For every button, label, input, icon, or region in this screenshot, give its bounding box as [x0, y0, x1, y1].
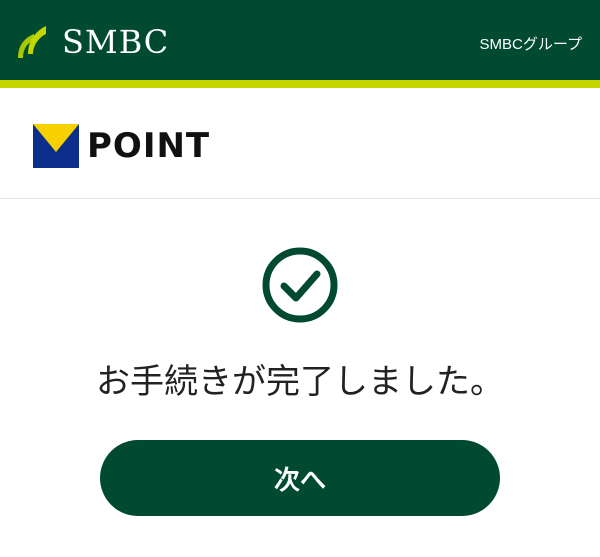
v-point-wordmark: POINT	[87, 126, 211, 166]
smbc-brand-name: SMBC	[62, 23, 170, 61]
v-point-mark-icon	[33, 124, 79, 168]
smbc-logo: SMBC	[14, 22, 169, 62]
leaf-icon	[18, 26, 46, 58]
completion-message: お手続きが完了しました。	[96, 362, 504, 402]
group-label: SMBCグループ	[479, 36, 582, 53]
app-header: SMBC SMBCグループ	[0, 0, 600, 80]
v-point-logo: POINT	[33, 124, 210, 168]
next-button[interactable]: 次へ	[100, 440, 500, 516]
header-stripe	[0, 80, 600, 88]
check-circle-icon	[262, 247, 338, 323]
brand-row: POINT	[0, 88, 600, 199]
